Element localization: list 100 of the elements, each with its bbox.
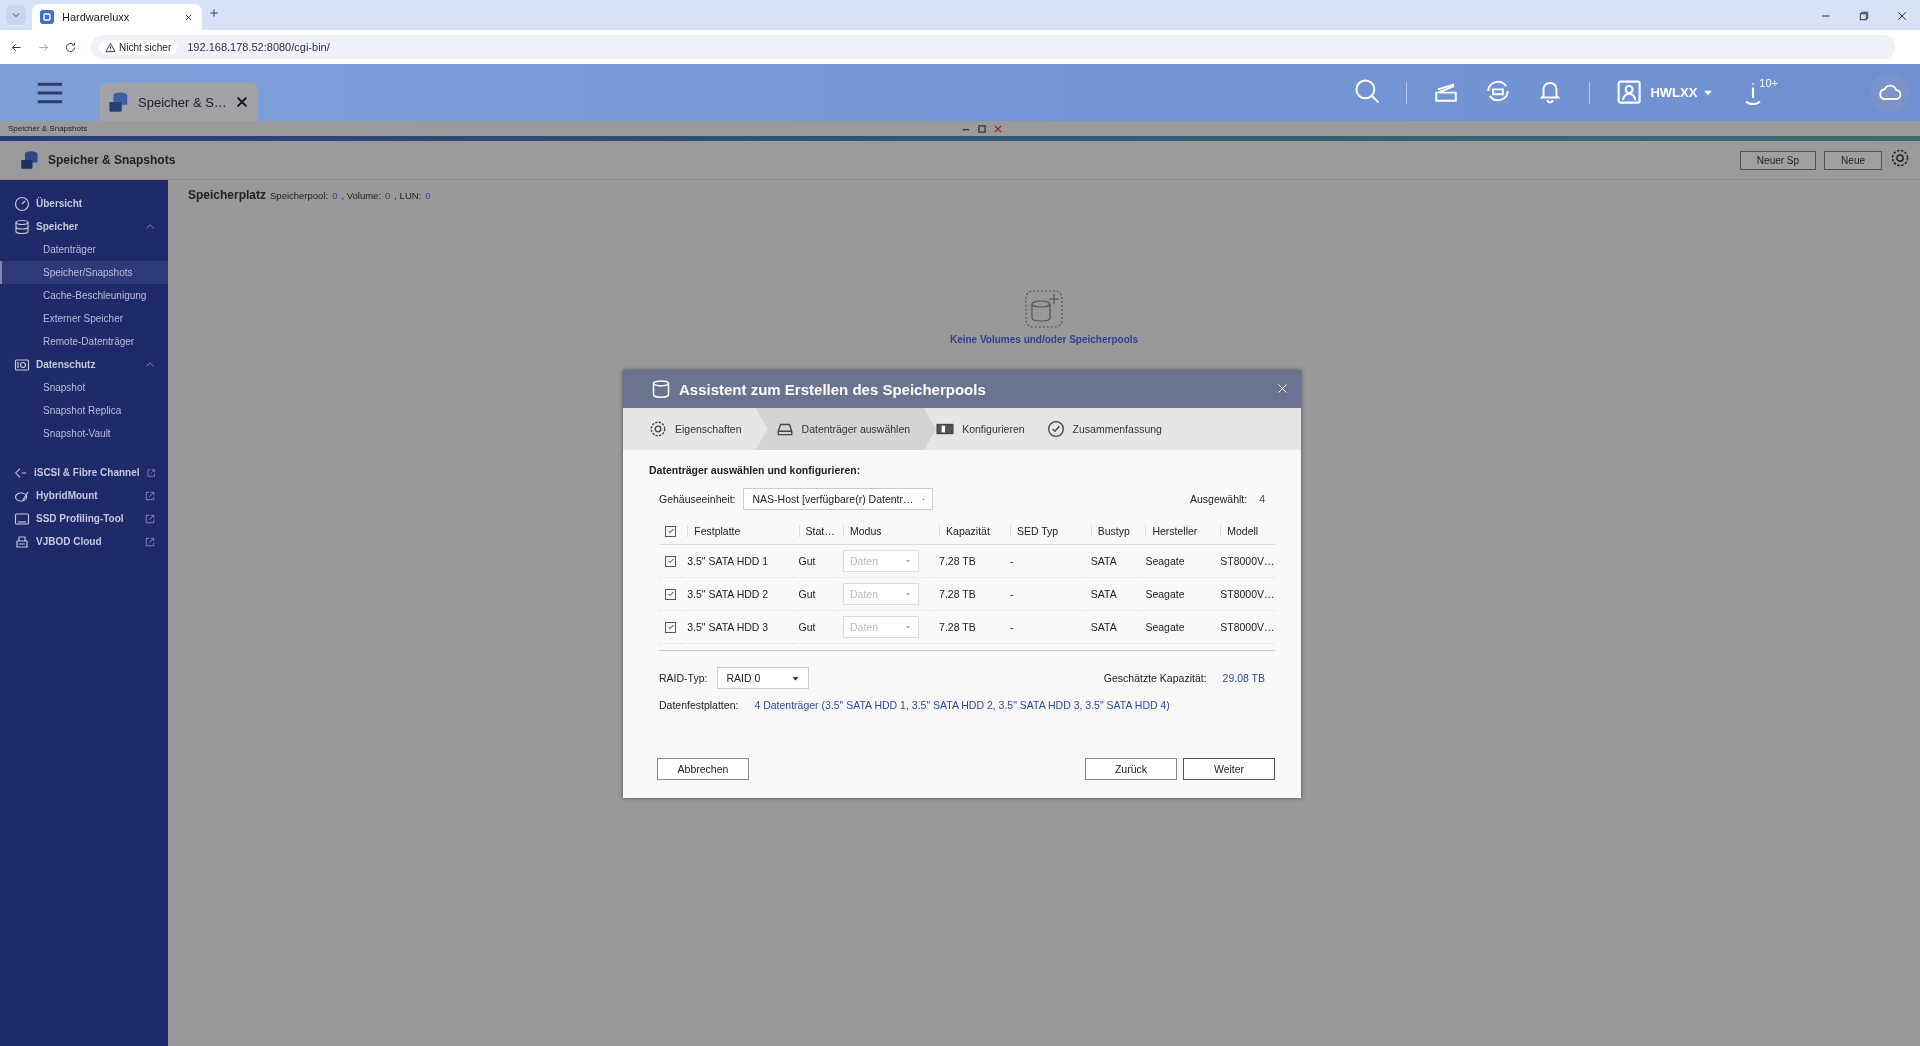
column-header[interactable]: Kapazität: [939, 525, 998, 537]
select-all-checkbox[interactable]: [665, 525, 676, 537]
section-heading: Datenträger auswählen und konfigurieren:: [649, 464, 862, 476]
table-cell: ST8000V…: [1214, 577, 1275, 611]
disk-list: 4 Datenträger (3.5" SATA HDD 1, 3.5" SATA HDD 2, 3.5" SATA HDD 3, 3.5" SATA HDD 4): [754, 699, 1170, 711]
table-cell: Gut: [792, 577, 837, 611]
sidebar-subitem[interactable]: Datenträger: [0, 238, 168, 261]
restore-icon: [1858, 10, 1870, 22]
settings-icon: [1890, 148, 1910, 168]
tab-list-button[interactable]: [6, 5, 26, 25]
sidebar-item[interactable]: Datenschutz: [0, 353, 168, 376]
app-tab[interactable]: Speicher & S…: [100, 83, 258, 121]
window-title: Speicher & Snapshots: [48, 153, 176, 167]
column-header[interactable]: Festplatte: [687, 525, 787, 537]
breadcrumb: Speicher & Snapshots: [8, 124, 89, 133]
stat-label: , LUN:: [394, 190, 422, 201]
section-title: Speicherplatz: [188, 188, 267, 202]
storage-app-icon: [108, 91, 130, 113]
raid-dropdown[interactable]: RAID 0: [717, 667, 810, 689]
wizard-step[interactable]: Konfigurieren: [936, 408, 1047, 450]
sidebar-item[interactable]: Speicher: [0, 215, 168, 238]
row-checkbox[interactable]: [665, 588, 676, 600]
sidebar-item[interactable]: HybridMount: [0, 484, 168, 507]
table-cell: SATA: [1084, 544, 1140, 578]
row-checkbox[interactable]: [665, 621, 676, 633]
stat-value: 0: [332, 190, 338, 201]
table-cell: 3.5" SATA HDD 3: [681, 610, 793, 644]
app-tab-title: Speicher & S…: [138, 94, 227, 110]
table-cell: SATA: [1084, 610, 1140, 644]
close-icon: [1276, 381, 1289, 395]
column-header[interactable]: Bustyp: [1090, 525, 1134, 537]
selected-count: 4: [1259, 493, 1265, 505]
tab-title: Hardwareluxx: [62, 11, 131, 23]
row-checkbox[interactable]: [665, 555, 676, 567]
address-field[interactable]: 192.168.178.52:8080/cgi-bin/: [187, 41, 1888, 53]
cancel-button[interactable]: Abbrechen: [657, 758, 749, 780]
browser-tab[interactable]: Hardwareluxx: [32, 4, 202, 30]
table-cell: 3.5" SATA HDD 2: [681, 577, 793, 611]
wizard-step[interactable]: Datenträger auswählen: [755, 408, 937, 450]
table-cell: Seagate: [1139, 544, 1215, 578]
stat-label: Speicherpool:: [270, 190, 329, 201]
table-cell: -: [1003, 610, 1085, 644]
field-label: Datenfestplatten:: [659, 699, 739, 711]
table-cell: Seagate: [1139, 610, 1215, 644]
toolbar-button[interactable]: Neue: [1824, 150, 1882, 170]
close-icon: [1896, 10, 1908, 22]
cylinder-icon: [651, 379, 671, 399]
cloud-button[interactable]: [1870, 72, 1910, 113]
column-header[interactable]: Modell: [1220, 525, 1269, 537]
sidebar-subitem[interactable]: Cache-Beschleunigung: [0, 284, 168, 307]
check-circle-icon: [1046, 420, 1065, 438]
table-cell: 7.28 TB: [933, 610, 1004, 644]
sidebar-subitem[interactable]: Snapshot: [0, 376, 168, 399]
capacity-value: 29.08 TB: [1222, 672, 1265, 684]
stat-value: 0: [425, 190, 431, 201]
sidebar-item[interactable]: Übersicht: [0, 192, 168, 215]
table-cell: 7.28 TB: [933, 544, 1004, 578]
column-header[interactable]: SED Typ: [1009, 525, 1079, 537]
sidebar-subitem[interactable]: Snapshot Replica: [0, 399, 168, 422]
column-header[interactable]: Modus: [843, 525, 928, 537]
close-icon: [234, 95, 249, 109]
add-storage-icon: [1025, 290, 1063, 328]
table-cell: SATA: [1084, 577, 1140, 611]
table-cell: -: [1003, 577, 1085, 611]
sidebar-subitem[interactable]: Speicher/Snapshots: [0, 261, 168, 284]
enclosure-dropdown[interactable]: NAS-Host [verfügbare(r) Datentr…: [743, 488, 934, 510]
new-tab-icon: [208, 7, 220, 19]
checkmark-icon: [666, 590, 675, 598]
column-header[interactable]: Hersteller: [1145, 525, 1209, 537]
site-icon: [40, 10, 54, 24]
database-icon: [14, 218, 30, 235]
sidebar-item[interactable]: SSD Profiling-Tool: [0, 507, 168, 530]
next-button[interactable]: Weiter: [1183, 758, 1275, 780]
toolbar-button[interactable]: Neuer Sp: [1739, 150, 1817, 170]
warning-icon: [105, 41, 116, 53]
sidebar-item[interactable]: VJBOD Cloud: [0, 530, 168, 553]
field-label: Geschätzte Kapazität:: [1103, 672, 1207, 684]
sidebar-subitem[interactable]: Externer Speicher: [0, 307, 168, 330]
ssd-icon: [14, 510, 30, 527]
storage-app-icon: [20, 150, 40, 170]
field-label: Gehäuseeinheit:: [659, 493, 736, 505]
checkmark-icon: [666, 623, 675, 631]
table-cell: 7.28 TB: [933, 577, 1004, 611]
close-icon: [993, 123, 1003, 134]
stat-label: , Volume:: [341, 190, 382, 201]
maximize-icon: [977, 123, 987, 134]
table-cell: -: [1003, 544, 1085, 578]
count-text: 10+: [1759, 76, 1778, 89]
back-button[interactable]: Zurück: [1085, 758, 1177, 780]
search-icon: [1354, 77, 1381, 104]
security-chip[interactable]: Nicht sicher: [99, 39, 178, 55]
stat-value: 0: [385, 190, 391, 201]
sidebar-subitem[interactable]: Snapshot-Vault: [0, 422, 168, 445]
table-cell: ST8000V…: [1214, 544, 1275, 578]
table-cell: ST8000V…: [1214, 610, 1275, 644]
sidebar-item[interactable]: iSCSI & Fibre Channel: [0, 461, 168, 484]
reload-icon: [64, 40, 77, 54]
sidebar-subitem[interactable]: Remote-Datenträger: [0, 330, 168, 353]
wizard-step[interactable]: Zusammenfassung: [1046, 408, 1184, 450]
gauge-icon: [14, 195, 30, 212]
